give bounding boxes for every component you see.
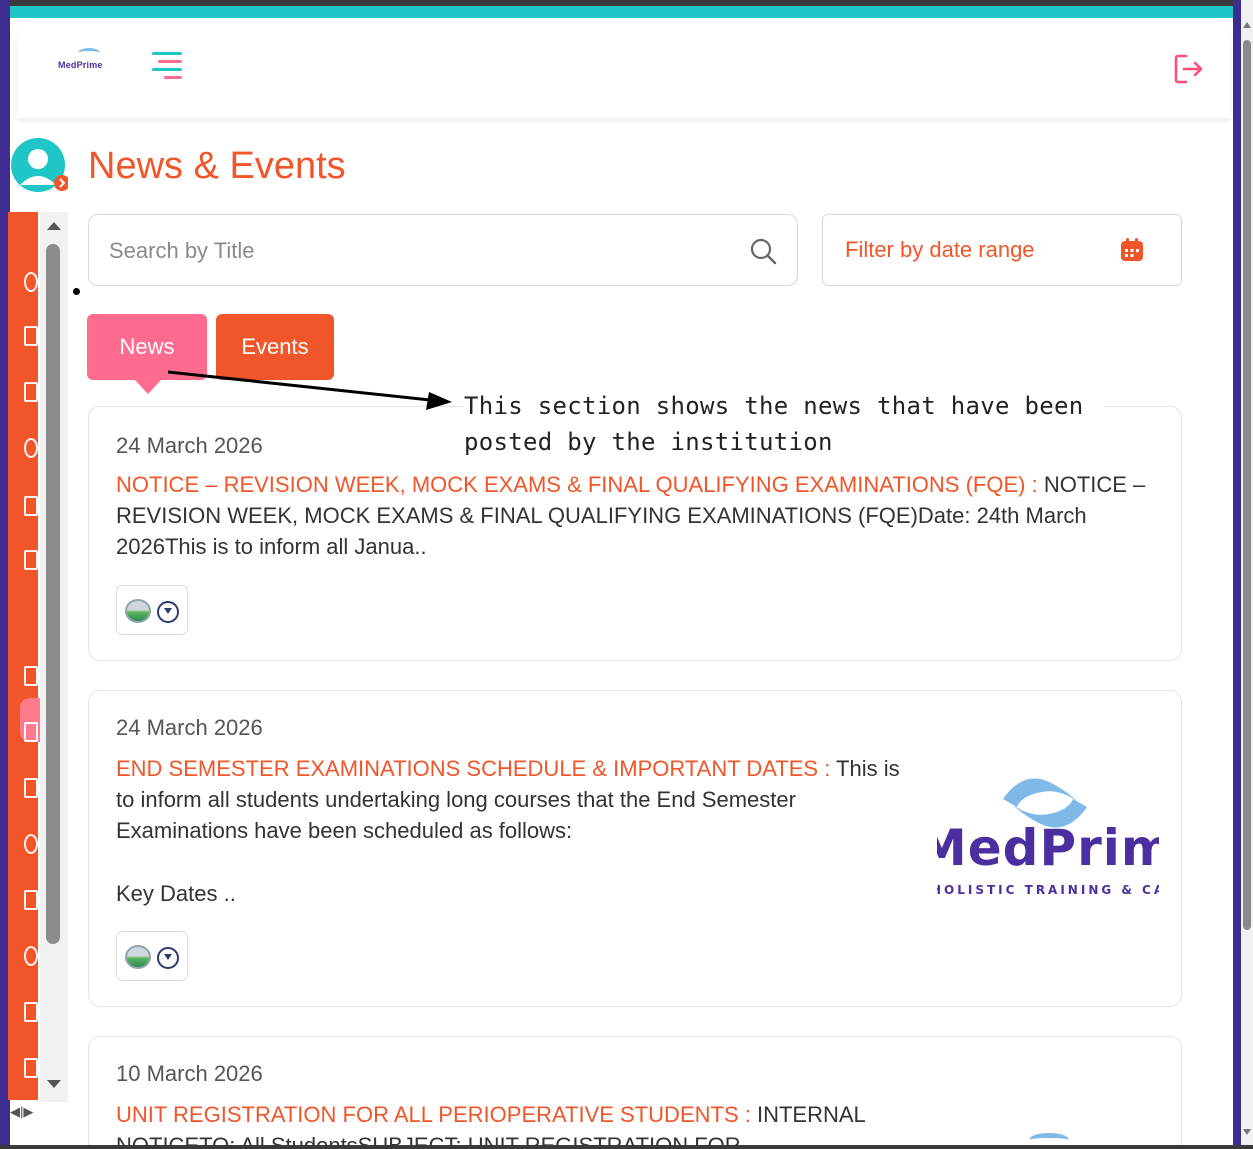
sidebar-file-icon[interactable] xyxy=(24,1058,38,1078)
news-date: 10 March 2026 xyxy=(116,1061,263,1086)
news-date: 24 March 2026 xyxy=(116,433,263,458)
frame-right-border xyxy=(1233,0,1241,1149)
search-icon[interactable] xyxy=(749,237,777,265)
page-title: News & Events xyxy=(88,145,346,187)
sidebar-scrollbar-thumb[interactable] xyxy=(46,244,60,944)
image-icon xyxy=(125,945,151,969)
user-avatar-icon[interactable] xyxy=(10,137,68,195)
page-scrollbar-thumb[interactable] xyxy=(1243,40,1251,930)
logo-wave-icon xyxy=(78,48,100,58)
news-card[interactable]: 10 March 2026 UNIT REGISTRATION FOR ALL … xyxy=(88,1036,1182,1149)
news-title[interactable]: UNIT REGISTRATION FOR ALL PERIOPERATIVE … xyxy=(116,1102,751,1127)
news-date: 24 March 2026 xyxy=(116,715,263,740)
frame-top-bar xyxy=(0,6,1253,18)
sidebar-report-icon[interactable] xyxy=(24,550,38,570)
scroll-up-arrow[interactable] xyxy=(1243,22,1251,28)
bullet-dot xyxy=(73,288,80,295)
tab-events[interactable]: Events xyxy=(216,314,334,380)
news-title[interactable]: NOTICE – REVISION WEEK, MOCK EXAMS & FIN… xyxy=(116,472,1038,497)
app-logo[interactable]: MedPrime xyxy=(58,48,118,78)
image-icon xyxy=(125,599,151,623)
sidebar-scroll-up-arrow[interactable] xyxy=(47,222,61,230)
menu-icon-line xyxy=(152,52,182,55)
sidebar-clock-icon[interactable] xyxy=(24,834,38,854)
sidebar-list-icon[interactable] xyxy=(24,382,38,402)
news-body: END SEMESTER EXAMINATIONS SCHEDULE & IMP… xyxy=(116,753,906,846)
search-input[interactable] xyxy=(109,233,729,269)
annotation-text: This section shows the news that have be… xyxy=(464,388,1104,460)
menu-icon-line xyxy=(164,76,182,79)
sidebar-file-icon[interactable] xyxy=(24,1002,38,1022)
menu-icon-line xyxy=(152,68,182,71)
search-box xyxy=(88,214,798,286)
sidebar-calendar-icon[interactable] xyxy=(24,666,38,686)
sidebar-scrollbar[interactable] xyxy=(40,212,68,1102)
calendar-icon[interactable] xyxy=(1119,237,1145,263)
sidebar-exam-icon[interactable] xyxy=(24,438,38,458)
top-header: MedPrime xyxy=(18,18,1230,118)
menu-toggle-button[interactable] xyxy=(150,52,182,79)
attachment-button[interactable] xyxy=(116,585,188,635)
sidebar-table-icon[interactable] xyxy=(24,778,38,798)
sidebar-rail xyxy=(8,212,46,1100)
news-body: UNIT REGISTRATION FOR ALL PERIOPERATIVE … xyxy=(116,1099,876,1149)
horizontal-scroll-arrows-icon[interactable]: ◀|▶ xyxy=(10,1104,33,1120)
news-summary-extra: Key Dates .. xyxy=(116,881,236,906)
logo-tagline: HOLISTIC TRAINING & CARE xyxy=(937,883,1159,897)
attachment-button[interactable] xyxy=(116,931,188,981)
sidebar-user-icon[interactable] xyxy=(24,946,38,966)
scroll-down-arrow[interactable] xyxy=(1243,1129,1251,1135)
logout-icon[interactable] xyxy=(1172,52,1206,86)
news-title[interactable]: END SEMESTER EXAMINATIONS SCHEDULE & IMP… xyxy=(116,756,830,781)
sidebar-news-icon[interactable] xyxy=(24,496,38,516)
date-range-filter[interactable]: Filter by date range xyxy=(822,214,1182,286)
news-body: NOTICE – REVISION WEEK, MOCK EXAMS & FIN… xyxy=(116,469,1156,562)
tab-events-label: Events xyxy=(241,334,309,359)
date-range-filter-label: Filter by date range xyxy=(845,237,1035,262)
sidebar-headset-icon[interactable] xyxy=(24,272,38,292)
logo-wordmark: MedPrime xyxy=(937,819,1159,877)
download-icon[interactable] xyxy=(157,601,179,623)
sidebar-form-icon[interactable] xyxy=(24,890,38,910)
page-scrollbar[interactable] xyxy=(1241,0,1253,1149)
sidebar-document-icon[interactable] xyxy=(24,326,38,346)
window-bottom-border xyxy=(0,1145,1253,1149)
tab-news[interactable]: News xyxy=(87,314,207,394)
sidebar-scroll-down-arrow[interactable] xyxy=(47,1080,61,1088)
sidebar-calendar-icon[interactable] xyxy=(24,722,38,742)
logo-text: MedPrime xyxy=(58,60,103,70)
download-icon[interactable] xyxy=(157,947,179,969)
menu-icon-line xyxy=(158,60,182,63)
tab-news-label: News xyxy=(119,334,175,359)
news-card[interactable]: 24 March 2026 END SEMESTER EXAMINATIONS … xyxy=(88,690,1182,1007)
medprime-logo: MedPrime HOLISTIC TRAINING & CARE xyxy=(937,771,1159,911)
